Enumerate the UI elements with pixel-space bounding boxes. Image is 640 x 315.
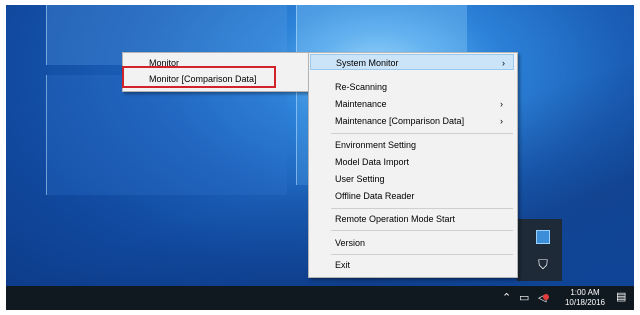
chevron-right-icon: › — [500, 99, 503, 109]
chevron-right-icon: › — [502, 58, 505, 68]
menu-item-environment-setting[interactable]: Environment Setting — [335, 137, 511, 153]
security-shield-icon[interactable]: ⛉ — [536, 258, 550, 272]
menu-item-label: Environment Setting — [335, 140, 417, 150]
menu-separator — [331, 254, 513, 255]
menu-item-user-setting[interactable]: User Setting — [335, 171, 511, 187]
menu-item-system-monitor[interactable]: System Monitor › — [310, 54, 514, 70]
menu-item-version[interactable]: Version — [335, 235, 511, 251]
volume-muted-icon[interactable]: ◁ — [538, 286, 550, 310]
menu-item-label: Model Data Import — [335, 157, 410, 167]
menu-item-label: Maintenance — [335, 99, 387, 109]
tray-context-menu: System Monitor › Re-Scanning Maintenance… — [308, 52, 518, 278]
menu-item-re-scanning[interactable]: Re-Scanning — [335, 79, 511, 95]
menu-item-label: Version — [335, 238, 366, 248]
menu-item-label: Exit — [335, 260, 351, 270]
menu-item-exit[interactable]: Exit — [335, 257, 511, 273]
menu-item-label: Remote Operation Mode Start — [335, 214, 456, 224]
menu-item-label: User Setting — [335, 174, 385, 184]
screenshot-frame: ⛉ ⌃ ▭ ◁ 1:00 AM 10/18/2016 ▤ Monitor Mon… — [0, 0, 640, 315]
clock-time: 1:00 AM — [570, 288, 600, 297]
menu-item-label: Maintenance [Comparison Data] — [335, 116, 465, 126]
menu-item-label: Offline Data Reader — [335, 191, 415, 201]
chevron-right-icon: › — [500, 116, 503, 126]
menu-separator — [331, 230, 513, 231]
menu-separator — [331, 133, 513, 134]
menu-item-label: Re-Scanning — [335, 82, 388, 92]
annotation-highlight-box — [122, 66, 276, 88]
menu-item-maintenance-comparison[interactable]: Maintenance [Comparison Data] › — [335, 113, 511, 129]
network-icon[interactable]: ▭ — [519, 286, 529, 310]
menu-item-remote-operation-mode-start[interactable]: Remote Operation Mode Start — [335, 211, 511, 227]
clock-date: 10/18/2016 — [564, 298, 606, 307]
notification-icon[interactable]: ▤ — [616, 290, 628, 304]
app-tray-icon[interactable] — [536, 230, 550, 244]
menu-item-maintenance[interactable]: Maintenance › — [335, 96, 511, 112]
menu-item-offline-data-reader[interactable]: Offline Data Reader — [335, 188, 511, 204]
chevron-up-icon[interactable]: ⌃ — [502, 286, 511, 310]
menu-separator — [331, 208, 513, 209]
taskbar-clock[interactable]: 1:00 AM 10/18/2016 — [557, 288, 613, 308]
menu-item-label: System Monitor — [336, 58, 399, 68]
menu-item-model-data-import[interactable]: Model Data Import — [335, 154, 511, 170]
